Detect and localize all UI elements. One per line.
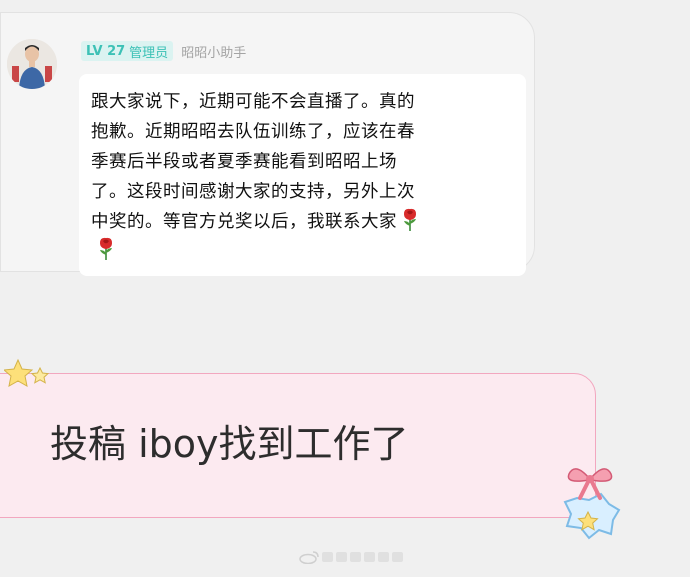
rose-icon (100, 237, 112, 260)
sender-meta: LV 27 管理员 昭昭小助手 (81, 40, 246, 62)
message-line: 抱歉。近期昭昭去队伍训练了，应该在春 (91, 122, 415, 142)
weibo-logo-icon (299, 551, 319, 564)
message-line: 中奖的。等官方兑奖以后，我联系大家 (91, 212, 397, 232)
message-line: 跟大家说下，近期可能不会直播了。真的 (91, 92, 415, 112)
message-text: 跟大家说下，近期可能不会直播了。真的 抱歉。近期昭昭去队伍训练了，应该在春 季赛… (91, 87, 516, 237)
level-label: LV 27 (86, 43, 126, 59)
avatar[interactable] (7, 39, 57, 89)
rose-icon (404, 208, 416, 231)
weibo-watermark (298, 548, 408, 566)
post-text: 投稿 iboy找到工作了 (50, 422, 409, 466)
role-label: 管理员 (129, 45, 169, 61)
level-badge: LV 27 管理员 (81, 41, 174, 61)
chat-message-card: LV 27 管理员 昭昭小助手 跟大家说下，近期可能不会直播了。真的 抱歉。近期… (0, 12, 535, 276)
message-line: 季赛后半段或者夏季赛能看到昭昭上场 (91, 152, 397, 172)
watermark-username-blur (322, 552, 403, 562)
sender-name[interactable]: 昭昭小助手 (181, 42, 246, 61)
message-bubble: 跟大家说下，近期可能不会直播了。真的 抱歉。近期昭昭去队伍训练了，应该在春 季赛… (79, 74, 526, 276)
ribbon-bow-sticker-icon (563, 468, 621, 540)
post-card: 投稿 iboy找到工作了 (0, 373, 596, 518)
message-line: 了。这段时间感谢大家的支持，另外上次 (91, 182, 415, 202)
star-decoration-icon (4, 358, 50, 387)
